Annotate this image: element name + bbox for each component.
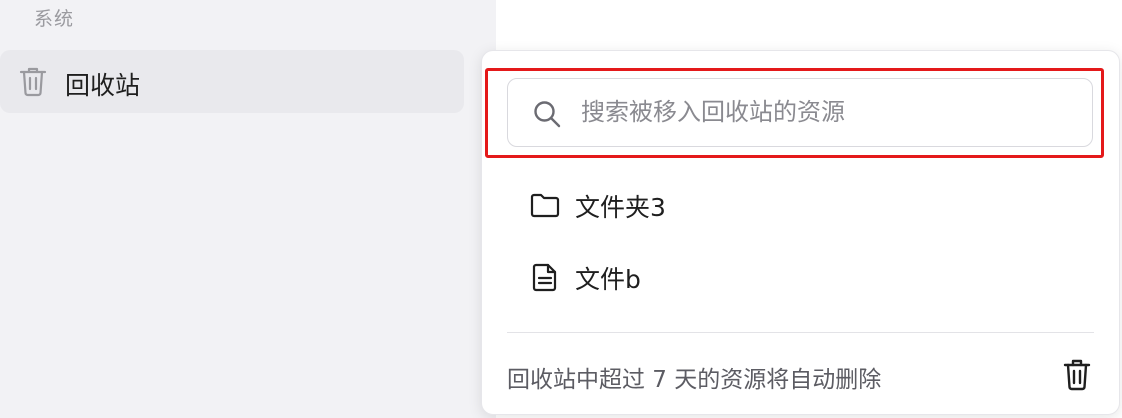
folder-icon <box>529 189 561 221</box>
list-item-file[interactable]: 文件b <box>507 247 1093 305</box>
document-icon <box>529 261 561 293</box>
list-item-label: 文件夹3 <box>575 193 666 222</box>
section-label-system: 系统 <box>34 8 75 30</box>
trash-icon <box>19 65 47 97</box>
empty-trash-icon[interactable] <box>1062 357 1092 391</box>
auto-delete-notice: 回收站中超过 7 天的资源将自动删除 <box>507 367 882 393</box>
list-item-label: 文件b <box>575 265 641 294</box>
search-box[interactable] <box>507 78 1093 147</box>
sidebar: 系统 回收站 <box>0 0 496 418</box>
sidebar-item-recycle-bin[interactable]: 回收站 <box>0 50 464 113</box>
divider <box>507 332 1094 333</box>
sidebar-item-label: 回收站 <box>65 71 141 100</box>
search-icon <box>532 99 562 129</box>
list-item-folder[interactable]: 文件夹3 <box>507 175 1093 233</box>
search-input[interactable] <box>581 93 1071 131</box>
